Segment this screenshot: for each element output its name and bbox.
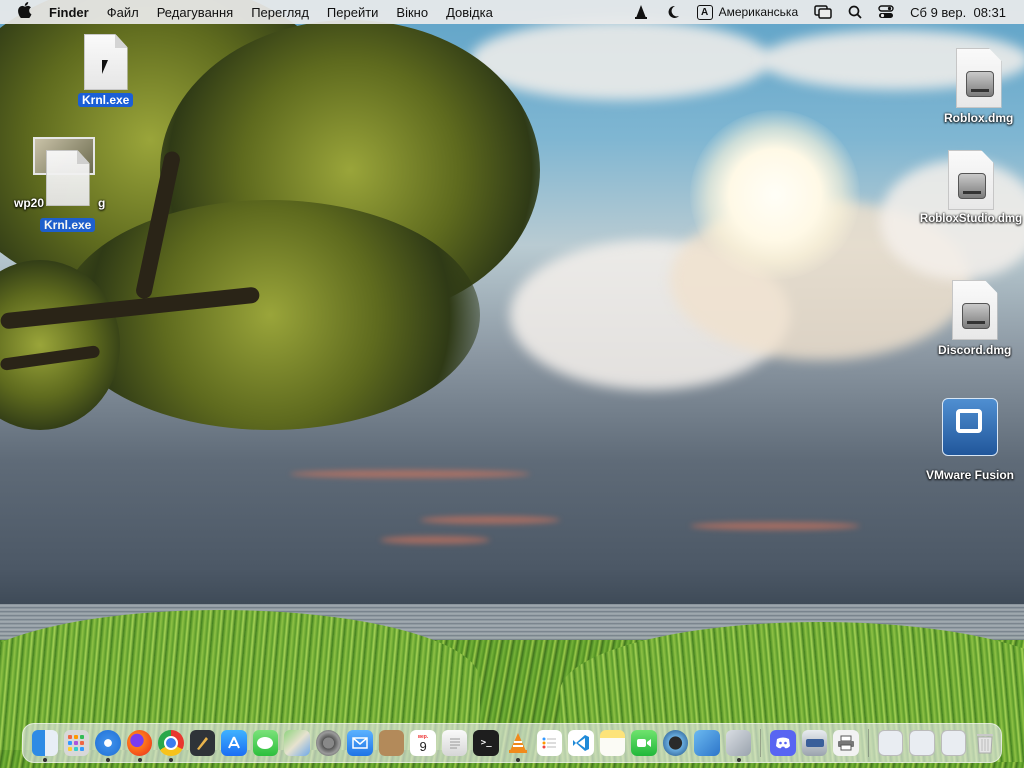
app-store-icon[interactable]: [221, 730, 247, 756]
menu-clock[interactable]: Сб 9 вер. 08:31: [902, 5, 1024, 20]
desktop-item-label: VMware Fusion: [926, 468, 1015, 482]
desktop-item-krnl-dragging[interactable]: Krnl.exe: [40, 150, 96, 232]
maps-icon[interactable]: [284, 730, 310, 756]
desktop-item-label: RobloxStudio.dmg: [919, 213, 1023, 225]
calendar-icon[interactable]: вер. 9: [410, 730, 436, 756]
menu-finder[interactable]: Finder: [40, 5, 98, 20]
desktop-item-wp-label-right: g: [98, 196, 106, 210]
preview-icon[interactable]: [725, 730, 752, 762]
terminal-icon[interactable]: >_: [473, 730, 499, 756]
desktop-item-discord[interactable]: Discord.dmg: [938, 280, 1011, 357]
menu-help[interactable]: Довідка: [437, 5, 502, 20]
dock-separator: [760, 729, 762, 757]
printer-icon[interactable]: [833, 730, 859, 756]
disk-image-icon: [955, 48, 1002, 108]
menu-go[interactable]: Перейти: [318, 5, 388, 20]
reminders-icon[interactable]: [536, 730, 563, 756]
safari-icon[interactable]: [95, 730, 121, 762]
discord-icon[interactable]: [770, 730, 796, 756]
launchpad-icon[interactable]: [63, 730, 90, 756]
desktop-item-label: Krnl.exe: [78, 93, 134, 107]
input-source-label: Американська: [718, 5, 799, 19]
vlc-status-icon[interactable]: [625, 4, 657, 20]
screen-mirroring-icon[interactable]: [806, 5, 840, 19]
input-source-menu[interactable]: A Американська: [689, 4, 807, 20]
moon-icon[interactable]: [657, 4, 689, 20]
trash-icon[interactable]: [972, 730, 998, 756]
chrome-icon[interactable]: [158, 730, 184, 762]
facetime-icon[interactable]: [631, 730, 657, 756]
messages-icon[interactable]: [252, 730, 279, 756]
desktop-wallpaper: [0, 0, 1024, 768]
menu-file[interactable]: Файл: [98, 5, 148, 20]
calendar-day: 9: [419, 739, 427, 754]
desktop-item-label: Krnl.exe: [40, 218, 96, 232]
quicktime-icon[interactable]: [662, 730, 689, 756]
desktop-item-roblox-studio[interactable]: RobloxStudio.dmg: [918, 150, 1024, 225]
vlc-icon[interactable]: [505, 730, 531, 762]
desktop-item-label: Roblox.dmg: [944, 111, 1014, 125]
document-icon: [45, 150, 90, 206]
sun: [690, 110, 860, 280]
system-settings-icon[interactable]: [315, 730, 342, 756]
textedit-icon[interactable]: [441, 730, 468, 756]
contacts-icon[interactable]: [378, 730, 405, 756]
disk-image-icon: [951, 280, 998, 340]
menu-bar: Finder Файл Редагування Перегляд Перейти…: [0, 0, 1024, 24]
dock: вер. 9 >_: [22, 723, 1002, 763]
apple-menu-icon[interactable]: [0, 2, 40, 22]
menu-edit[interactable]: Редагування: [148, 5, 243, 20]
mail-icon[interactable]: [347, 730, 373, 756]
xcode-brush-icon[interactable]: [189, 730, 216, 756]
spotlight-search-icon[interactable]: [840, 5, 870, 19]
firefox-icon[interactable]: [126, 730, 153, 762]
disk-image-icon: [948, 150, 994, 210]
menu-window[interactable]: Вікно: [387, 5, 437, 20]
desktop-item-label: Discord.dmg: [938, 343, 1012, 357]
recent-window-3-icon[interactable]: [940, 730, 967, 756]
mouse-cursor-icon: [102, 60, 114, 74]
recent-window-1-icon[interactable]: [877, 730, 904, 756]
dock-separator: [867, 729, 869, 757]
control-center-icon[interactable]: [870, 5, 902, 19]
menu-view[interactable]: Перегляд: [242, 5, 318, 20]
vmware-fusion-icon: [942, 398, 998, 456]
window-app-icon[interactable]: [694, 730, 720, 756]
desktop-item-vmware-fusion[interactable]: VMware Fusion: [926, 398, 1014, 482]
notes-icon[interactable]: [599, 730, 626, 756]
input-source-icon: A: [696, 4, 713, 20]
desktop-item-roblox[interactable]: Roblox.dmg: [944, 48, 1013, 125]
finder-icon[interactable]: [32, 730, 58, 762]
scanner-icon[interactable]: [801, 730, 828, 756]
recent-window-2-icon[interactable]: [909, 730, 935, 756]
vscode-icon[interactable]: [568, 730, 594, 756]
